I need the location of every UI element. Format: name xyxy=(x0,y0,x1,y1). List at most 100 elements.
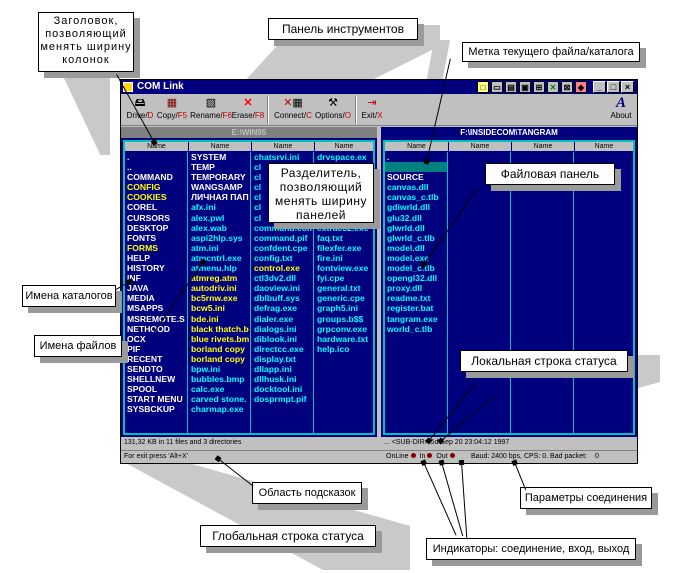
connect-button[interactable]: ✕▦ Connect/C xyxy=(271,96,315,124)
file-item[interactable]: glwrld.dll xyxy=(385,223,447,233)
directory-item[interactable]: DESKTOP xyxy=(125,223,187,233)
file-item[interactable]: docktool.ini xyxy=(252,384,313,394)
file-item[interactable]: carved stone. xyxy=(189,394,250,404)
directory-item[interactable]: CONFIG xyxy=(125,182,187,192)
file-item[interactable]: display.txt xyxy=(252,354,313,364)
file-item[interactable]: fontview.exe xyxy=(315,263,373,273)
directory-item[interactable]: .. xyxy=(385,162,447,173)
directory-item[interactable]: FORMS xyxy=(125,243,187,253)
column-header[interactable]: Name xyxy=(449,142,511,151)
file-item[interactable]: world_c.tlb xyxy=(385,324,447,334)
directory-item[interactable]: INF xyxy=(125,273,187,283)
file-item[interactable]: calc.exe xyxy=(189,384,250,394)
file-item[interactable]: glwrld_c.tlb xyxy=(385,233,447,243)
directory-item[interactable]: MSAPPS xyxy=(125,303,187,313)
column-header[interactable]: Name xyxy=(252,142,314,151)
maximize-button[interactable]: □ xyxy=(607,81,620,93)
file-item[interactable]: general.txt xyxy=(315,283,373,293)
file-item[interactable]: fyi.cpe xyxy=(315,273,373,283)
file-item[interactable]: drvspace.ex xyxy=(315,152,373,162)
file-item[interactable]: ctl3dv2.dll xyxy=(252,273,313,283)
file-item[interactable]: bcw5.ini xyxy=(189,303,250,313)
directory-item[interactable]: ЛИЧНАЯ ПАП xyxy=(189,192,250,202)
file-item[interactable]: tangram.exe xyxy=(385,314,447,324)
file-item[interactable]: command.com xyxy=(252,223,313,233)
column-header[interactable]: Name xyxy=(189,142,251,151)
directory-item[interactable]: START MENU xyxy=(125,394,187,404)
file-item[interactable]: command.pif xyxy=(252,233,313,243)
file-item[interactable]: register.bat xyxy=(385,303,447,313)
options-button[interactable]: ⚒ Options/O xyxy=(313,96,353,124)
file-item[interactable]: control.exe xyxy=(252,263,313,273)
copy-button[interactable]: ▦ Copy/F5 xyxy=(155,96,189,124)
file-item[interactable]: groups.b$$ xyxy=(315,314,373,324)
toolbar-mini-icon[interactable]: □ xyxy=(477,81,489,93)
directory-item[interactable]: SOURCE xyxy=(385,172,447,182)
file-item[interactable]: opengl32.dll xyxy=(385,273,447,283)
file-item[interactable]: alex.wab xyxy=(189,223,250,233)
file-item[interactable]: bpw.ini xyxy=(189,364,250,374)
file-item[interactable]: aspi2hlp.sys xyxy=(189,233,250,243)
directory-item[interactable]: COREL xyxy=(125,202,187,212)
file-item[interactable]: defrag.exe xyxy=(252,303,313,313)
column-header[interactable]: Name xyxy=(315,142,373,151)
file-item[interactable]: canvas.dll xyxy=(385,182,447,192)
close-button[interactable]: × xyxy=(621,81,634,93)
directory-item[interactable]: SYSTEM xyxy=(189,152,250,162)
file-item[interactable]: glu32.dll xyxy=(385,213,447,223)
file-item[interactable]: dialogs.ini xyxy=(252,324,313,334)
directory-item[interactable]: SHELLNEW xyxy=(125,374,187,384)
directory-item[interactable]: JAVA xyxy=(125,283,187,293)
file-item[interactable]: model.exe xyxy=(385,253,447,263)
file-item[interactable]: extrac32.exe xyxy=(315,223,373,233)
directory-item[interactable]: TEMPORARY xyxy=(189,172,250,182)
file-item[interactable]: directcc.exe xyxy=(252,344,313,354)
file-item[interactable]: hardware.txt xyxy=(315,334,373,344)
file-item[interactable]: bubbles.bmp xyxy=(189,374,250,384)
file-item[interactable]: daoview.ini xyxy=(252,283,313,293)
file-item[interactable]: generic.cpe xyxy=(315,293,373,303)
file-item[interactable]: gdiwrld.dll xyxy=(385,202,447,212)
column-header[interactable]: Name xyxy=(512,142,574,151)
file-item[interactable]: bc5rnw.exe xyxy=(189,293,250,303)
toolbar-mini-icon[interactable]: ◆ xyxy=(575,81,587,93)
file-item[interactable]: atm.ini xyxy=(189,243,250,253)
file-item[interactable]: confdent.cpe xyxy=(252,243,313,253)
toolbar-mini-icon[interactable]: ⊠ xyxy=(561,81,573,93)
toolbar-mini-icon[interactable]: ▣ xyxy=(519,81,531,93)
file-item[interactable]: atmcntrl.exe xyxy=(189,253,250,263)
directory-item[interactable]: MSREMOTE.S xyxy=(125,314,187,324)
directory-item[interactable]: HELP xyxy=(125,253,187,263)
directory-item[interactable]: FONTS xyxy=(125,233,187,243)
toolbar-mini-icon[interactable]: ▤ xyxy=(505,81,517,93)
file-item[interactable]: black thatch.b xyxy=(189,324,250,334)
column-header[interactable]: Name xyxy=(385,142,448,151)
file-item[interactable]: help.ico xyxy=(315,344,373,354)
directory-item[interactable]: COMMAND xyxy=(125,172,187,182)
file-item[interactable]: graph5.ini xyxy=(315,303,373,313)
directory-item[interactable]: TEMP xyxy=(189,162,250,172)
file-item[interactable]: afx.ini xyxy=(189,202,250,212)
directory-item[interactable]: SYSBCKUP xyxy=(125,404,187,414)
file-item[interactable]: atmreg.atm xyxy=(189,273,250,283)
column-header[interactable]: Name xyxy=(575,142,633,151)
file-item[interactable]: blue rivets.bm xyxy=(189,334,250,344)
toolbar-mini-icon[interactable]: ⊞ xyxy=(533,81,545,93)
minimize-button[interactable]: _ xyxy=(593,81,606,93)
rename-button[interactable]: ▧ Rename/F6 xyxy=(189,96,233,124)
toolbar-mini-icon[interactable]: ▭ xyxy=(491,81,503,93)
directory-item[interactable]: WANGSAMP xyxy=(189,182,250,192)
directory-item[interactable]: HISTORY xyxy=(125,263,187,273)
directory-item[interactable]: SPOOL xyxy=(125,384,187,394)
file-item[interactable]: config.txt xyxy=(252,253,313,263)
directory-item[interactable]: . xyxy=(125,152,187,162)
directory-item[interactable]: CURSORS xyxy=(125,213,187,223)
file-item[interactable]: readme.txt xyxy=(385,293,447,303)
file-item[interactable]: dblbuff.sys xyxy=(252,293,313,303)
about-button[interactable]: A About xyxy=(607,96,635,124)
file-item[interactable]: filexfer.exe xyxy=(315,243,373,253)
toolbar-mini-icon[interactable]: ✕ xyxy=(547,81,559,93)
directory-item[interactable]: PIF xyxy=(125,344,187,354)
file-item[interactable]: dllapp.ini xyxy=(252,364,313,374)
directory-item[interactable]: .. xyxy=(125,162,187,172)
